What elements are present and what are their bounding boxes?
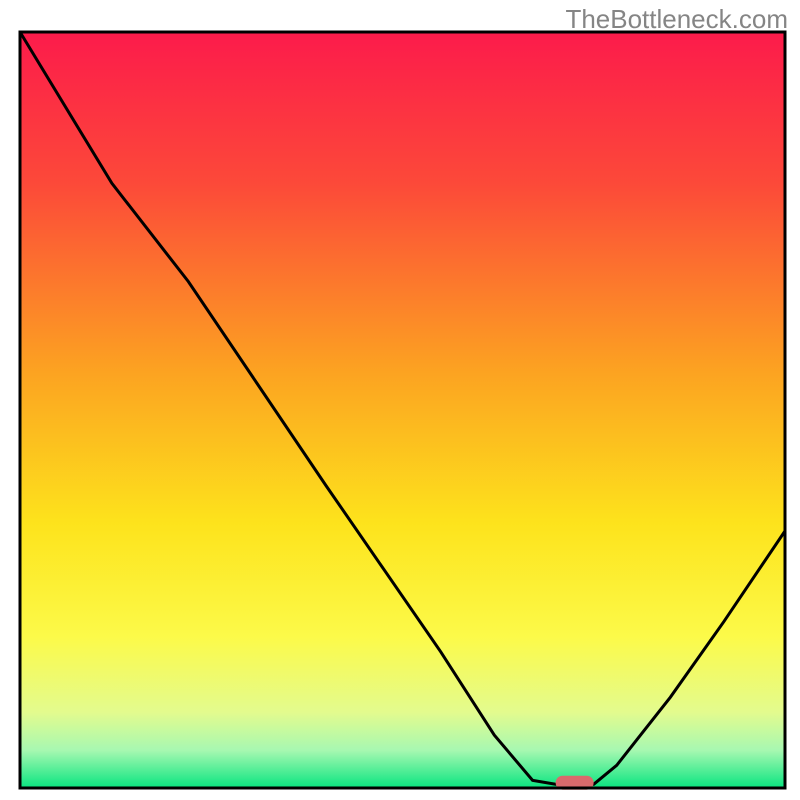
watermark-text: TheBottleneck.com (565, 4, 788, 35)
chart-gradient-background (20, 32, 785, 788)
bottleneck-chart (0, 0, 800, 800)
